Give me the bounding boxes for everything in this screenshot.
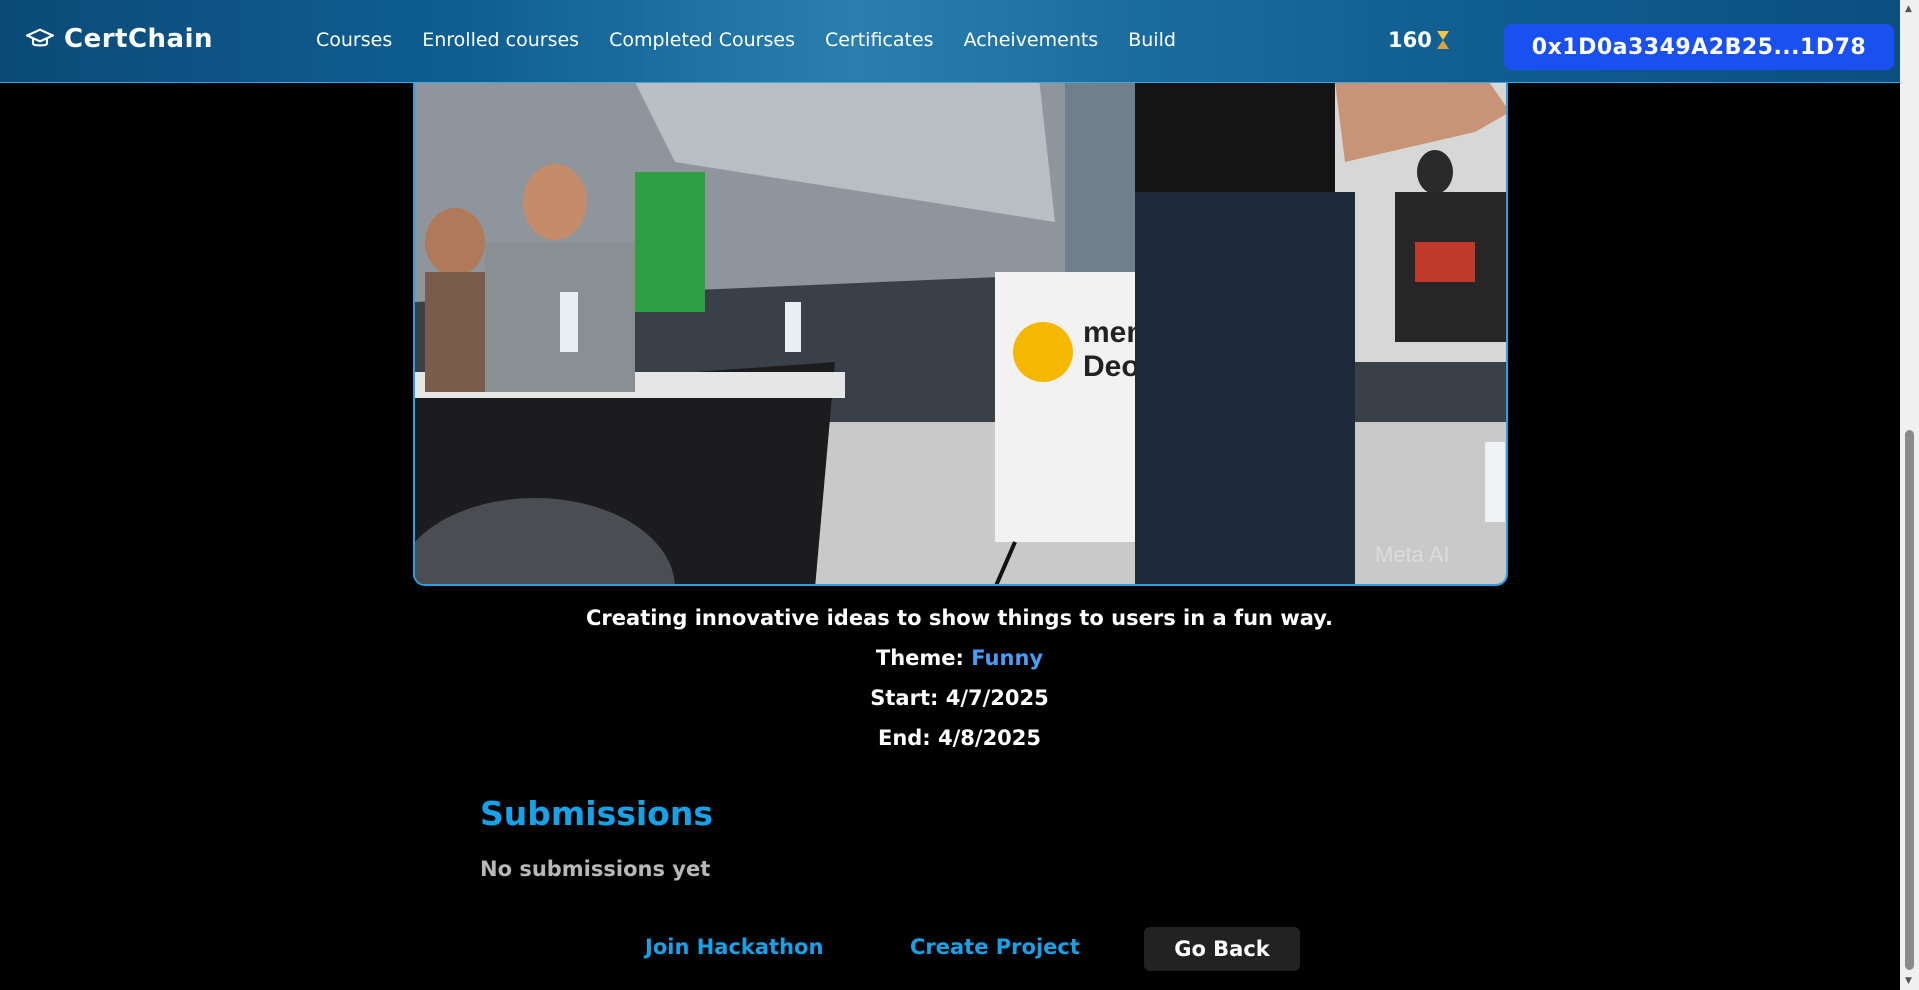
scrollbar-thumb[interactable] xyxy=(1905,430,1914,970)
join-hackathon-button[interactable]: Join Hackathon xyxy=(645,935,823,959)
hackathon-start-date: Start: 4/7/2025 xyxy=(870,686,1049,710)
hackathon-details: Creating innovative ideas to show things… xyxy=(0,606,1919,766)
hackathon-banner-image: memi Deotk Meta AI xyxy=(413,40,1508,586)
brand-logo[interactable]: CertChain xyxy=(26,24,213,54)
go-back-button[interactable]: Go Back xyxy=(1144,927,1300,971)
svg-text:Meta AI: Meta AI xyxy=(1375,542,1450,567)
wallet-address-button[interactable]: 0x1D0a3349A2B25...1D78 xyxy=(1504,24,1894,70)
no-submissions-text: No submissions yet xyxy=(480,857,711,881)
theme-label: Theme: xyxy=(875,646,964,670)
graduation-cap-icon xyxy=(26,28,54,47)
page-scrollbar[interactable]: ▲ ▼ xyxy=(1900,0,1919,990)
submissions-heading: Submissions xyxy=(480,794,713,833)
create-project-button[interactable]: Create Project xyxy=(910,935,1080,959)
nav-item-courses[interactable]: Courses xyxy=(316,29,392,51)
nav-item-completed-courses[interactable]: Completed Courses xyxy=(609,29,795,51)
brand-name: CertChain xyxy=(64,24,214,54)
top-navbar: CertChain Courses Enrolled courses Compl… xyxy=(0,0,1900,83)
theme-value: Funny xyxy=(971,646,1044,670)
points-display: 160 xyxy=(1388,28,1450,52)
points-value: 160 xyxy=(1388,28,1432,52)
nav-item-achievements[interactable]: Acheivements xyxy=(964,29,1099,51)
hackathon-description: Creating innovative ideas to show things… xyxy=(586,606,1333,630)
nav-links: Courses Enrolled courses Completed Cours… xyxy=(316,29,1206,51)
hackathon-end-date: End: 4/8/2025 xyxy=(877,726,1042,750)
scroll-down-arrow-icon[interactable]: ▼ xyxy=(1905,976,1912,986)
hackathon-theme: Theme: Funny xyxy=(0,646,1919,670)
nav-item-build[interactable]: Build xyxy=(1128,29,1176,51)
nav-item-enrolled-courses[interactable]: Enrolled courses xyxy=(422,29,579,51)
nav-item-certificates[interactable]: Certificates xyxy=(825,29,934,51)
hourglass-icon xyxy=(1436,31,1449,49)
scroll-up-arrow-icon[interactable]: ▲ xyxy=(1905,4,1912,14)
